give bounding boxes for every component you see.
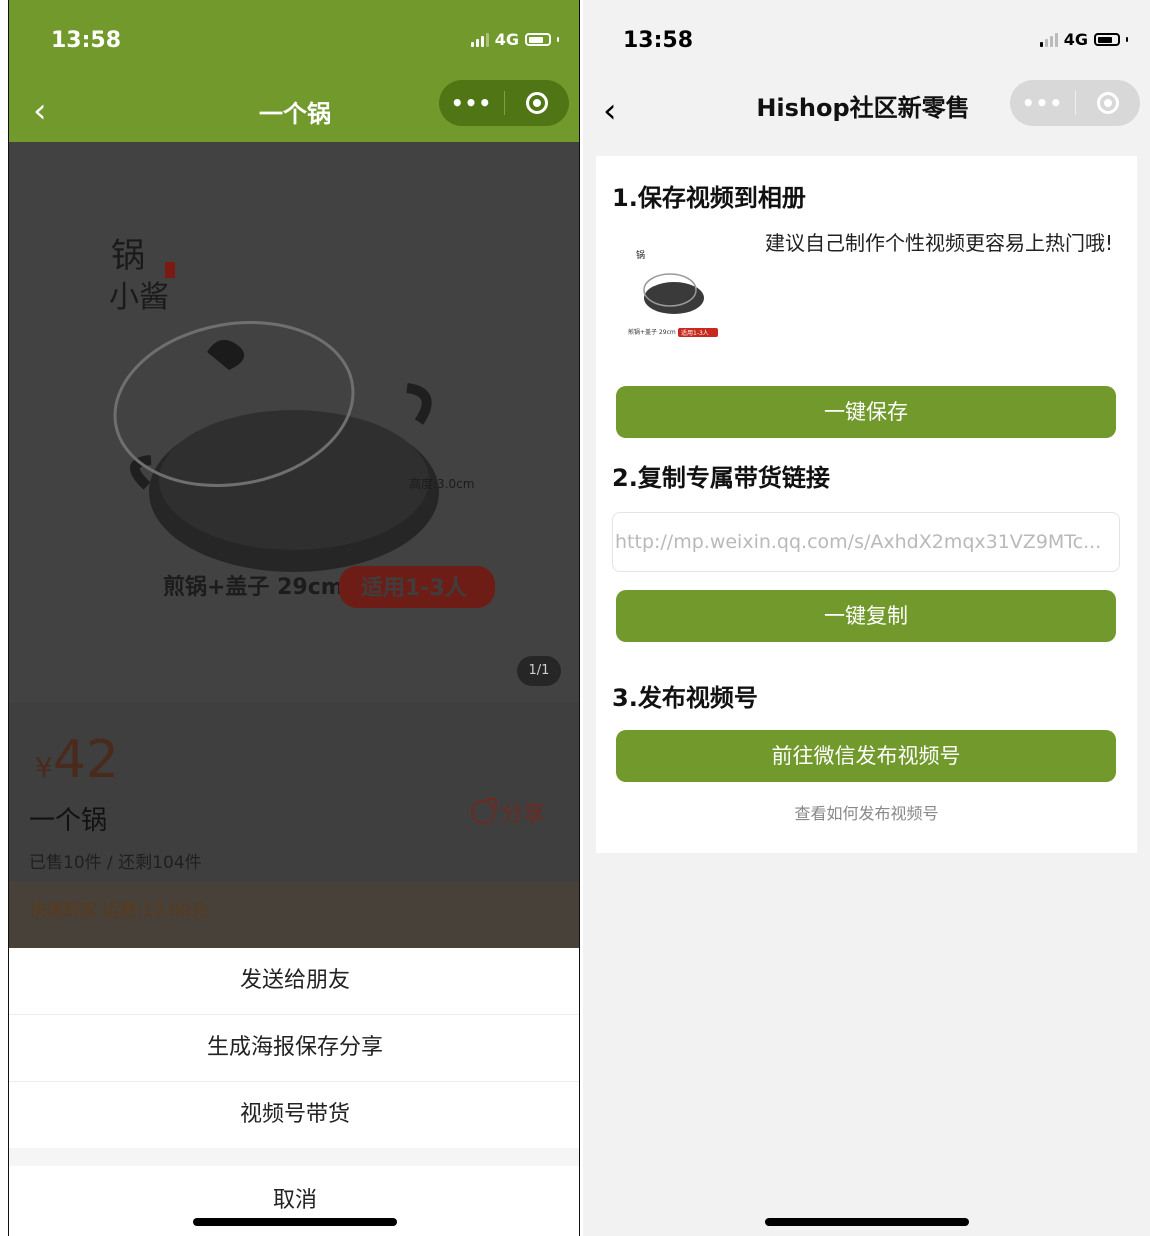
ellipsis-icon[interactable]: ••• bbox=[439, 91, 504, 115]
step1-tip: 建议自己制作个性视频更容易上热门哦! bbox=[765, 231, 1114, 255]
sold-stock-text: 已售10件 / 还剩104件 bbox=[29, 853, 202, 873]
share-link-field[interactable]: http://mp.weixin.qq.com/s/AxhdX2mqx31VZ9… bbox=[612, 512, 1120, 572]
product-name: 一个锅 bbox=[29, 806, 108, 836]
thumb-brand: 锅 bbox=[636, 250, 645, 261]
battery-icon bbox=[1094, 33, 1120, 46]
share-icon bbox=[471, 798, 497, 824]
pan-illustration: 锅 小酱 高度:3.0cm 煎锅+盖子 29cm 适用1-3人 bbox=[109, 236, 495, 608]
home-indicator bbox=[765, 1218, 969, 1226]
step2-title: 2.复制专属带货链接 bbox=[612, 464, 830, 492]
step1-title: 1.保存视频到相册 bbox=[612, 184, 806, 212]
sheet-item-poster[interactable]: 生成海报保存分享 bbox=[9, 1015, 579, 1082]
status-indicators: 4G bbox=[470, 30, 559, 49]
navigation-bar: ‹ Hishop社区新零售 ••• bbox=[583, 80, 1150, 142]
video-thumbnail[interactable]: 锅 煎锅+盖子 29cm 适用1-3人 bbox=[624, 238, 734, 348]
target-icon[interactable] bbox=[505, 92, 569, 114]
mini-program-capsule: ••• bbox=[439, 80, 569, 126]
image-pager: 1/1 bbox=[517, 656, 561, 686]
video-channel-card: 1.保存视频到相册 锅 煎锅+盖子 29cm 适用1-3人 建议自己制作个性视频… bbox=[596, 156, 1137, 853]
shipping-row: 快递到家 运费:13.00元 bbox=[9, 882, 579, 948]
status-indicators: 4G bbox=[1039, 30, 1128, 49]
ellipsis-icon[interactable]: ••• bbox=[1010, 91, 1075, 115]
share-button[interactable]: 分享 bbox=[471, 796, 545, 828]
network-label: 4G bbox=[494, 30, 519, 49]
image-badge: 适用1-3人 bbox=[361, 576, 467, 601]
thumb-caption: 煎锅+盖子 29cm bbox=[628, 328, 676, 336]
share-action-sheet: 发送给朋友 生成海报保存分享 视频号带货 取消 bbox=[9, 948, 579, 1236]
left-phone-screen: 13:58 4G ‹ 一个锅 ••• 锅 小酱 高度:3.0cm 煎锅+盖子 2… bbox=[8, 0, 580, 1236]
status-time: 13:58 bbox=[51, 28, 122, 53]
image-caption: 煎锅+盖子 29cm bbox=[163, 574, 344, 600]
navigation-bar: ‹ 一个锅 ••• bbox=[9, 80, 579, 142]
status-time: 13:58 bbox=[623, 28, 694, 53]
sheet-item-send-friend[interactable]: 发送给朋友 bbox=[9, 948, 579, 1015]
howto-link[interactable]: 查看如何发布视频号 bbox=[596, 800, 1137, 824]
brand-mark-line2: 小酱 bbox=[109, 280, 169, 315]
home-indicator bbox=[193, 1218, 397, 1226]
publish-button[interactable]: 前往微信发布视频号 bbox=[616, 730, 1116, 782]
status-bar: 13:58 4G bbox=[9, 0, 579, 80]
sheet-item-video-channel[interactable]: 视频号带货 bbox=[9, 1082, 579, 1149]
height-note: 高度:3.0cm bbox=[409, 476, 474, 491]
right-phone-screen: 13:58 4G ‹ Hishop社区新零售 ••• 1.保存视频到相册 锅 煎… bbox=[583, 0, 1150, 1236]
back-icon[interactable]: ‹ bbox=[603, 94, 617, 128]
product-image[interactable]: 锅 小酱 高度:3.0cm 煎锅+盖子 29cm 适用1-3人 bbox=[9, 142, 579, 702]
save-button[interactable]: 一键保存 bbox=[616, 386, 1116, 438]
signal-icon bbox=[1039, 32, 1058, 47]
copy-button[interactable]: 一键复制 bbox=[616, 590, 1116, 642]
mini-program-capsule: ••• bbox=[1010, 80, 1140, 126]
battery-icon bbox=[525, 33, 551, 46]
network-label: 4G bbox=[1063, 30, 1088, 49]
status-bar: 13:58 4G bbox=[583, 0, 1150, 80]
target-icon[interactable] bbox=[1076, 92, 1140, 114]
signal-icon bbox=[470, 32, 489, 47]
product-price: ¥42 bbox=[35, 730, 119, 790]
step3-title: 3.发布视频号 bbox=[612, 684, 758, 712]
page-title: Hishop社区新零售 bbox=[756, 94, 970, 122]
brand-mark-line1: 锅 bbox=[111, 236, 145, 276]
thumb-badge: 适用1-3人 bbox=[681, 329, 709, 337]
